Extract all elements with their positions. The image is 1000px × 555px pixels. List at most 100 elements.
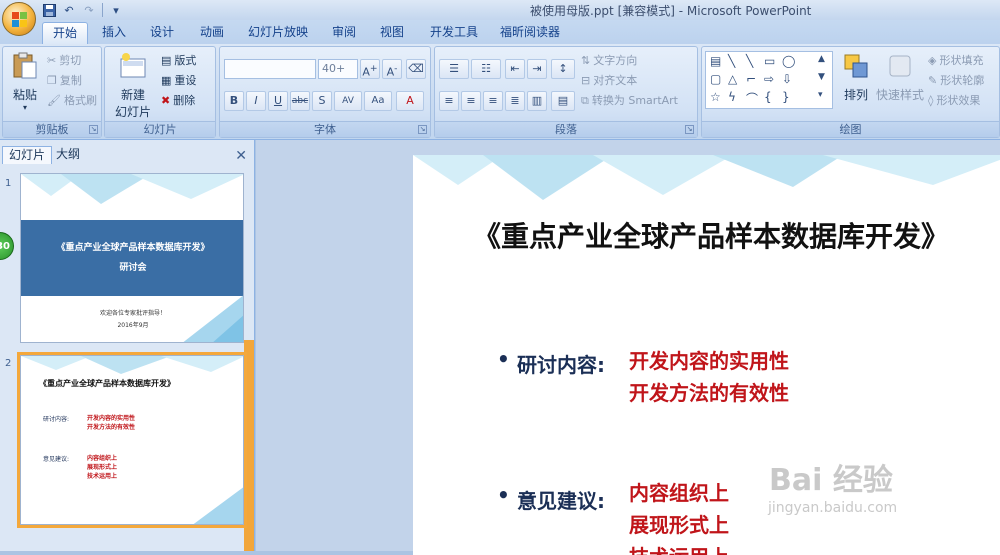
tab-view[interactable]: 视图	[370, 22, 414, 44]
align-center-icon[interactable]: ≡	[461, 91, 481, 111]
tab-developer[interactable]: 开发工具	[420, 22, 488, 44]
delete-slide-button[interactable]: ✖ 删除	[161, 91, 195, 110]
shapes-gallery[interactable]: ▤ ╲ ╲ ▭ ◯ ▢ △ ⌐ ⇨ ⇩ ☆ ϟ ⌒ { } ▲ ▼ ▾	[705, 51, 833, 109]
bullet-2-label[interactable]: 意见建议:	[517, 485, 605, 514]
slide2-red-1: 开发内容的实用性	[87, 415, 136, 422]
clipboard-launcher-icon[interactable]: ↘	[89, 125, 98, 134]
paste-button[interactable]: 粘贴 ▾	[7, 51, 43, 112]
tab-review[interactable]: 审阅	[322, 22, 366, 44]
quick-styles-button[interactable]: 快速样式	[876, 51, 924, 103]
save-icon[interactable]	[40, 2, 58, 18]
rectangle-shape-icon: ▭	[764, 54, 776, 68]
format-painter-button[interactable]: 🖌 格式刷	[47, 91, 97, 110]
gallery-up-icon[interactable]: ▲	[818, 54, 825, 64]
tab-slideshow[interactable]: 幻灯片放映	[238, 22, 318, 44]
tab-outline[interactable]: 大纲	[50, 146, 86, 164]
ribbon: 粘贴 ▾ ✂ 剪切 ❐ 复制 🖌 格式刷 剪贴板 ↘ 新建 幻灯片 ▤ 版式 ▦ 重设 ✖…	[0, 44, 1000, 140]
font-launcher-icon[interactable]: ↘	[418, 125, 427, 134]
slide2-red-5: 技术运用上	[87, 473, 118, 480]
paint-bucket-icon: ◈	[928, 54, 937, 67]
tab-insert[interactable]: 插入	[92, 22, 136, 44]
bullet-1-line-1[interactable]: 开发内容的实用性	[629, 345, 789, 374]
tab-design[interactable]: 设计	[140, 22, 184, 44]
delete-icon: ✖	[161, 94, 171, 107]
decrease-indent-icon[interactable]: ⇤	[505, 59, 525, 79]
smartart-button[interactable]: ⧉ 转换为 SmartArt	[581, 91, 678, 110]
line-spacing-icon[interactable]: ↕	[551, 59, 575, 79]
chevron-down-icon: ▾	[22, 103, 27, 112]
shrink-font-icon[interactable]: A-	[382, 59, 402, 79]
slide-editor: 《重点产业全球产品样本数据库开发》 • 研讨内容: 开发内容的实用性 开发方法的…	[256, 140, 1000, 555]
slide-thumbnail-1[interactable]: 《重点产业全球产品样本数据库开发》 研讨会 欢迎各位专家批评指导！ 2016年9…	[20, 173, 244, 343]
reset-button[interactable]: ▦ 重设	[161, 71, 196, 90]
redo-icon[interactable]: ↷	[80, 2, 98, 18]
slide2-red-2: 开发方法的有效性	[87, 424, 136, 431]
paste-icon	[13, 52, 37, 79]
undo-icon[interactable]: ↶	[60, 2, 78, 18]
font-name-combo[interactable]	[224, 59, 316, 79]
shadow-icon[interactable]: S	[312, 91, 332, 111]
line-shape-icon-2: ╲	[746, 54, 754, 68]
bullet-2-line-2[interactable]: 展现形式上	[629, 509, 729, 538]
new-slide-label-2: 幻灯片	[114, 105, 151, 119]
italic-icon[interactable]: I	[246, 91, 266, 111]
slide-header-graphic	[413, 155, 1000, 200]
textbox-shape-icon: ▤	[710, 54, 722, 68]
align-right-icon[interactable]: ≡	[483, 91, 503, 111]
slide-thumbnail-2[interactable]: 《重点产业全球产品样本数据库开发》 研讨内容: 开发内容的实用性 开发方法的有效…	[17, 352, 247, 528]
font-color-icon[interactable]: A	[396, 91, 424, 111]
effects-icon: ◊	[928, 94, 934, 107]
slides-pane: 幻灯片 大纲 ✕ 1 《重点产业全球产品样本数据库开发》 研讨会 欢迎各位专家批…	[0, 140, 255, 551]
bullets-icon[interactable]: ☰	[439, 59, 469, 79]
slide-number-2: 2	[5, 358, 12, 369]
bullet-2-line-3[interactable]: 技术运用上	[629, 541, 729, 555]
paragraph-group: ☰ ☷ ⇤ ⇥ ↕ ≡ ≡ ≡ ≣ ▥ ▤ ⇅ 文字方向 ⊟ 对齐文本 ⧉ 转换为 S…	[434, 46, 698, 138]
increase-indent-icon[interactable]: ⇥	[527, 59, 547, 79]
underline-icon[interactable]: U	[268, 91, 288, 111]
layout-button[interactable]: ▤ 版式	[161, 51, 196, 70]
bullet-1-label[interactable]: 研讨内容:	[517, 349, 605, 378]
distributed-icon[interactable]: ▥	[527, 91, 547, 111]
bullet-1-line-2[interactable]: 开发方法的有效性	[629, 377, 789, 406]
align-left-icon[interactable]: ≡	[439, 91, 459, 111]
columns-icon[interactable]: ▤	[551, 91, 575, 111]
timer-badge: 30	[0, 232, 14, 260]
arrange-label: 排列	[843, 88, 868, 102]
clear-format-icon[interactable]: ⌫	[406, 59, 426, 79]
slide-canvas[interactable]: 《重点产业全球产品样本数据库开发》 • 研讨内容: 开发内容的实用性 开发方法的…	[413, 155, 1000, 555]
shape-effects-button[interactable]: ◊ 形状效果	[928, 91, 980, 110]
new-slide-button[interactable]: 新建 幻灯片	[109, 51, 157, 120]
align-text-button[interactable]: ⊟ 对齐文本	[581, 71, 637, 90]
numbering-icon[interactable]: ☷	[471, 59, 501, 79]
font-size-combo[interactable]: 40+	[318, 59, 358, 79]
grow-font-icon[interactable]: A+	[360, 59, 380, 79]
copy-button[interactable]: ❐ 复制	[47, 71, 82, 90]
cut-button[interactable]: ✂ 剪切	[47, 51, 81, 70]
paste-label: 粘贴	[12, 88, 37, 102]
office-button[interactable]	[2, 2, 36, 36]
tab-animations[interactable]: 动画	[190, 22, 234, 44]
text-direction-button[interactable]: ⇅ 文字方向	[581, 51, 637, 70]
tab-home[interactable]: 开始	[42, 22, 89, 44]
char-spacing-icon[interactable]: AV	[334, 91, 362, 111]
slide-title[interactable]: 《重点产业全球产品样本数据库开发》	[473, 215, 949, 255]
justify-icon[interactable]: ≣	[505, 91, 525, 111]
bold-icon[interactable]: B	[224, 91, 244, 111]
arrange-button[interactable]: 排列	[838, 51, 874, 103]
tab-foxit-reader[interactable]: 福昕阅读器	[490, 22, 570, 44]
baidu-watermark-url: jingyan.baidu.com	[768, 500, 898, 516]
bullet-2-line-1[interactable]: 内容组织上	[629, 477, 729, 506]
bullet-1-dot: •	[497, 347, 510, 371]
shape-outline-button[interactable]: ✎ 形状轮廓	[928, 71, 984, 90]
pane-tabs: 幻灯片 大纲 ✕	[0, 144, 255, 164]
gallery-down-icon[interactable]: ▼	[818, 72, 825, 82]
customize-qat-icon[interactable]: ▾	[107, 2, 125, 18]
tab-slides[interactable]: 幻灯片	[2, 146, 53, 164]
close-icon[interactable]: ✕	[235, 148, 247, 164]
shape-fill-button[interactable]: ◈ 形状填充	[928, 51, 983, 70]
change-case-icon[interactable]: Aa	[364, 91, 392, 111]
strikethrough-icon[interactable]: abc	[290, 91, 310, 111]
star-shape-icon: ☆	[710, 90, 721, 104]
gallery-more-icon[interactable]: ▾	[818, 90, 823, 100]
paragraph-launcher-icon[interactable]: ↘	[685, 125, 694, 134]
